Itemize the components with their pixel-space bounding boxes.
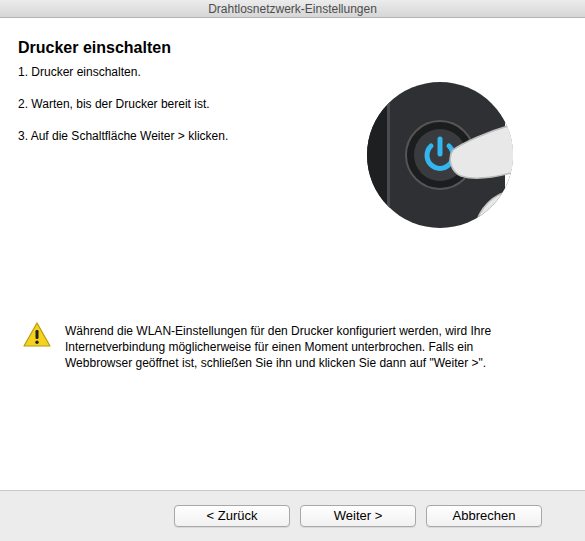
warning-text: Während die WLAN-Einstellungen für den D… bbox=[65, 322, 527, 371]
illustration bbox=[365, 80, 515, 230]
step-item: 1. Drucker einschalten. bbox=[18, 64, 365, 80]
dialog-button[interactable]: < Zurück bbox=[174, 505, 290, 527]
dialog-button[interactable]: Abbrechen bbox=[426, 505, 542, 527]
title-bar: Drahtlosnetzwerk-Einstellungen bbox=[0, 0, 585, 18]
wireless-settings-window: Drahtlosnetzwerk-EinstellungenDrucker ei… bbox=[0, 0, 585, 541]
step-item: 3. Auf die Schaltfläche Weiter > klicken… bbox=[18, 128, 365, 144]
steps-list: 1. Drucker einschalten. 2. Warten, bis de… bbox=[18, 64, 365, 230]
power-button-illustration-icon bbox=[365, 80, 515, 230]
content: Drucker einschalten 1. Drucker einschalte… bbox=[0, 18, 585, 490]
dialog-button[interactable]: Weiter > bbox=[300, 505, 416, 527]
step-item: 2. Warten, bis der Drucker bereit ist. bbox=[18, 96, 365, 112]
warning: Während die WLAN-Einstellungen für den D… bbox=[18, 322, 567, 371]
warning-icon bbox=[23, 322, 51, 348]
button-bar: < Zurück Weiter > Abbrechen bbox=[0, 490, 585, 541]
steps-row: 1. Drucker einschalten. 2. Warten, bis de… bbox=[18, 64, 567, 230]
window-title: Drahtlosnetzwerk-Einstellungen bbox=[208, 1, 377, 17]
page-heading: Drucker einschalten bbox=[18, 18, 567, 58]
